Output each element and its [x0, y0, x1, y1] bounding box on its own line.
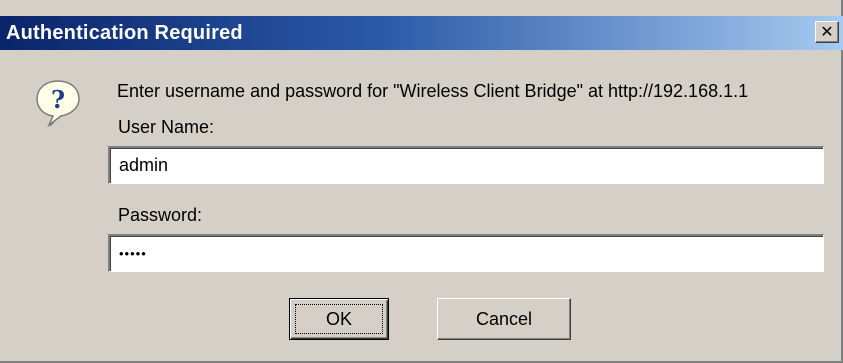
ok-button-label: OK: [325, 309, 352, 329]
username-input[interactable]: [108, 146, 824, 184]
close-icon: ✕: [820, 22, 834, 41]
password-input[interactable]: [108, 234, 824, 272]
ok-button[interactable]: OK: [289, 298, 389, 340]
title-bar[interactable]: Authentication Required ✕: [0, 16, 843, 50]
auth-prompt-text: Enter username and password for "Wireles…: [117, 81, 749, 101]
username-label: User Name:: [118, 117, 215, 137]
cancel-button-label: Cancel: [475, 309, 533, 329]
password-label: Password:: [118, 205, 203, 225]
close-button[interactable]: ✕: [815, 21, 839, 43]
dialog-title: Authentication Required: [6, 22, 243, 44]
cancel-button[interactable]: Cancel: [437, 298, 571, 340]
question-icon: ?: [36, 80, 80, 128]
auth-dialog: Authentication Required ✕ ? Enter userna…: [0, 0, 843, 363]
svg-text:?: ?: [51, 85, 65, 114]
